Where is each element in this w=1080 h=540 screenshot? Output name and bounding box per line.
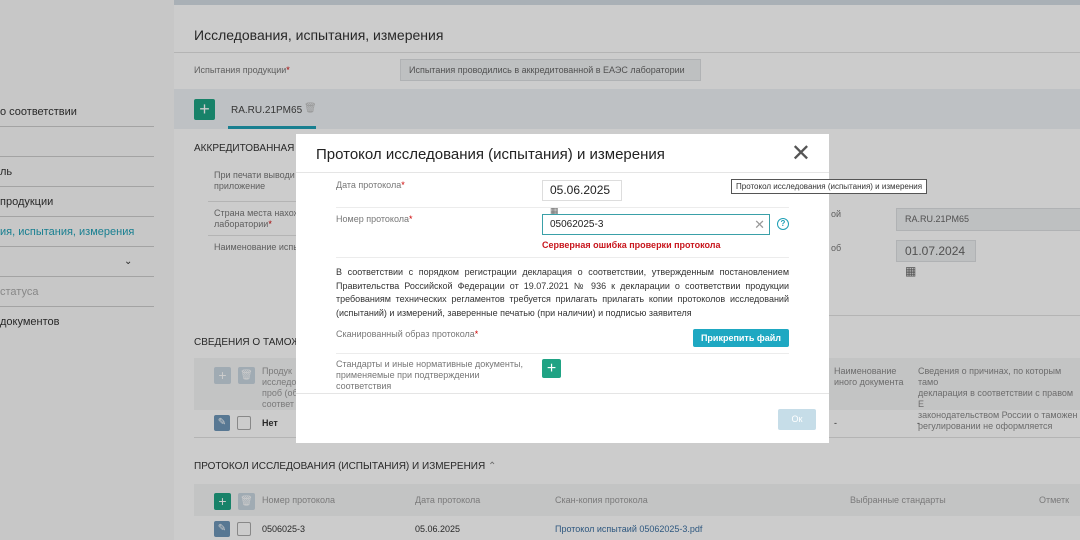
add-standard-button[interactable]: + xyxy=(542,359,561,378)
attach-file-button[interactable]: Прикрепить файл xyxy=(692,329,789,347)
modal-title: Протокол исследования (испытания) и изме… xyxy=(316,146,665,163)
error-message: Серверная ошибка проверки протокола xyxy=(542,240,721,250)
protocol-date-input[interactable]: 05.06.2025 ▦ xyxy=(542,180,622,215)
clear-icon[interactable]: ✕ xyxy=(754,215,765,234)
tooltip: Протокол исследования (испытания) и изме… xyxy=(731,179,928,194)
date-label: Дата протокола* xyxy=(336,180,405,190)
close-icon[interactable]: ✕ xyxy=(791,142,811,166)
standards-label: Стандарты и иные нормативные документы, … xyxy=(336,359,523,391)
number-label: Номер протокола* xyxy=(336,214,413,224)
help-icon[interactable]: ? xyxy=(777,218,789,230)
protocol-number-input[interactable]: 05062025-3 ✕ xyxy=(542,214,770,235)
scan-label: Сканированный образ протокола* xyxy=(336,329,479,339)
ok-button[interactable]: Ок xyxy=(778,409,816,430)
info-paragraph: В соответствии с порядком регистрации де… xyxy=(336,267,789,318)
